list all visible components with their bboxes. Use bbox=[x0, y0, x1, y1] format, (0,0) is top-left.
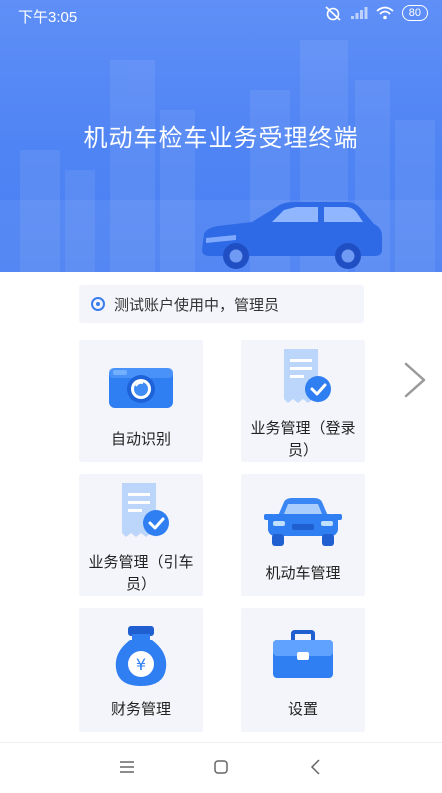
active-radio-icon bbox=[91, 297, 105, 311]
status-time: 下午3:05 bbox=[18, 9, 78, 26]
tile-label: 自动识别 bbox=[110, 430, 171, 448]
alarm-off-icon bbox=[325, 6, 341, 21]
tile-auto-recognition[interactable]: 自动识别 bbox=[79, 340, 203, 462]
account-status-text: 测试账户使用中，管理员 bbox=[114, 295, 280, 314]
tile-label: 财务管理 bbox=[110, 700, 171, 718]
battery-icon: 80 bbox=[401, 5, 428, 21]
signal-icon bbox=[350, 7, 368, 19]
receipt-check-icon bbox=[79, 479, 203, 543]
tile-label: 业务管理（登录员） bbox=[250, 419, 356, 459]
svg-text:¥: ¥ bbox=[136, 655, 146, 674]
tile-settings[interactable]: 设置 bbox=[241, 608, 365, 732]
tile-finance-management[interactable]: ¥ 财务管理 bbox=[79, 608, 203, 732]
next-page-chevron-icon[interactable] bbox=[400, 360, 430, 400]
back-icon[interactable] bbox=[308, 759, 324, 775]
status-bar: 下午3:05 80 bbox=[0, 0, 442, 28]
tile-business-guide-driver[interactable]: 业务管理（引车员） bbox=[79, 474, 203, 596]
home-icon[interactable] bbox=[213, 759, 229, 775]
wifi-icon bbox=[376, 6, 394, 20]
header-banner: 下午3:05 80 机动车检车业务受理终端 bbox=[0, 0, 442, 272]
tile-vehicle-management[interactable]: 机动车管理 bbox=[241, 474, 365, 596]
system-navigation-bar bbox=[0, 742, 442, 793]
car-icon bbox=[241, 494, 365, 548]
camera-icon bbox=[79, 362, 203, 412]
briefcase-icon bbox=[241, 630, 365, 680]
app-title: 机动车检车业务受理终端 bbox=[83, 124, 359, 152]
car-illustration bbox=[202, 202, 382, 269]
tile-business-login-clerk[interactable]: 业务管理（登录员） bbox=[241, 340, 365, 462]
status-icons: 80 bbox=[324, 5, 428, 21]
tile-label: 设置 bbox=[287, 700, 318, 718]
tile-label: 业务管理（引车员） bbox=[88, 553, 194, 593]
money-bag-icon: ¥ bbox=[79, 622, 203, 690]
account-status-banner: 测试账户使用中，管理员 bbox=[79, 285, 364, 323]
menu-icon[interactable] bbox=[119, 759, 135, 775]
tile-label: 机动车管理 bbox=[265, 564, 341, 582]
receipt-check-icon bbox=[241, 345, 365, 409]
